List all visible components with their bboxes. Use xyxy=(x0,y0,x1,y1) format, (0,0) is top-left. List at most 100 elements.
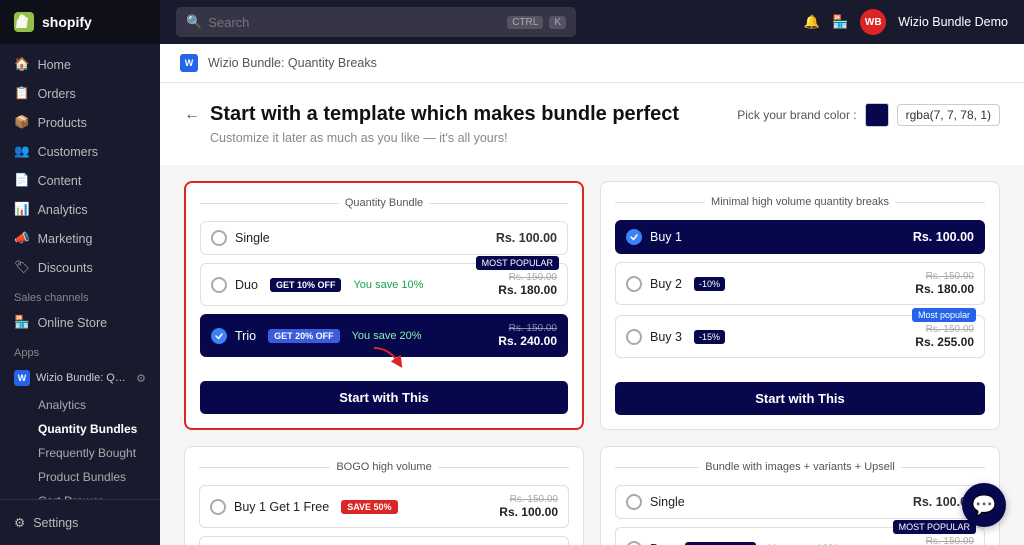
wizio-app-icon: W xyxy=(14,370,30,386)
sidebar-item-analytics[interactable]: 📊 Analytics xyxy=(0,195,160,224)
products-icon: 📦 xyxy=(14,115,30,130)
discounts-icon: 🏷 xyxy=(14,260,30,275)
sidebar-item-marketing[interactable]: 📣 Marketing xyxy=(0,224,160,253)
price-col-trio: Rs. 150.00 Rs. 240.00 xyxy=(498,323,557,348)
sidebar-item-discounts[interactable]: 🏷 Discounts xyxy=(0,253,160,282)
radio-buy3 xyxy=(626,329,642,345)
color-swatch[interactable] xyxy=(865,103,889,127)
app-badge: W xyxy=(180,54,198,72)
template-card-bundle-images: Bundle with images + variants + Upsell S… xyxy=(600,446,1000,545)
back-button[interactable]: ← xyxy=(184,106,200,124)
wizio-app-name: Wizio Bundle: Quantit... xyxy=(36,372,126,384)
start-btn-minimal[interactable]: Start with This xyxy=(615,382,985,415)
template-grid: Quantity Bundle Single Rs. 100.00 Duo GE… xyxy=(160,165,1024,545)
bundle-row-duo[interactable]: Duo GET 10% OFF You save 10% Rs. 150.00 … xyxy=(200,263,568,306)
bwi-name-single: Single xyxy=(650,495,685,509)
bell-icon[interactable]: 🔔 xyxy=(804,14,820,30)
settings-item[interactable]: ⚙ Settings xyxy=(14,510,146,535)
start-btn-quantity[interactable]: Start with This xyxy=(200,381,568,414)
home-icon: 🏠 xyxy=(14,57,30,72)
strike-duo: Rs. 150.00 xyxy=(498,272,557,283)
price-col-bwi-duo: Rs. 150.00 Rs. 180.00 xyxy=(915,536,974,545)
bwi-row-single[interactable]: Single Rs. 100.00 xyxy=(615,485,985,519)
sidebar-sub-frequently-bought[interactable]: Frequently Bought xyxy=(28,441,160,465)
marketing-icon: 📣 xyxy=(14,231,30,246)
bundle-row-left-trio: Trio GET 20% OFF You save 20% xyxy=(211,328,422,344)
customers-icon: 👥 xyxy=(14,144,30,159)
arrow-hint xyxy=(364,343,414,376)
content-icon: 📄 xyxy=(14,173,30,188)
sidebar-item-orders[interactable]: 📋 Orders xyxy=(0,79,160,108)
sidebar-item-label: Discounts xyxy=(38,261,93,275)
badge-duo: GET 10% OFF xyxy=(270,278,342,292)
mvb-left-buy2: Buy 2 -10% xyxy=(626,276,725,292)
sidebar-item-products[interactable]: 📦 Products xyxy=(0,108,160,137)
template-card-minimal: Minimal high volume quantity breaks Buy … xyxy=(600,181,1000,430)
template-subtitle: Customize it later as much as you like —… xyxy=(210,131,1000,145)
settings-icon: ⚙ xyxy=(14,515,25,530)
bogo-row-1[interactable]: Buy 1 Get 1 Free SAVE 50% Rs. 150.00 Rs.… xyxy=(199,485,569,528)
sidebar-sub-nav: Analytics Quantity Bundles Frequently Bo… xyxy=(0,393,160,499)
mvb-row-buy2[interactable]: Buy 2 -10% Rs. 150.00 Rs. 180.00 xyxy=(615,262,985,305)
sidebar-nav: 🏠 Home 📋 Orders 📦 Products 👥 Customers 📄… xyxy=(0,44,160,499)
badge-buy2: -10% xyxy=(694,277,725,291)
sidebar-item-home[interactable]: 🏠 Home xyxy=(0,50,160,79)
search-icon: 🔍 xyxy=(186,14,202,30)
sidebar-item-content[interactable]: 📄 Content xyxy=(0,166,160,195)
bwi-row-duo[interactable]: Duo GET 10% OFF You save 10% Rs. 150.00 … xyxy=(615,527,985,545)
strike-buy3: Rs. 150.00 xyxy=(915,324,974,335)
apps-label: Apps xyxy=(0,337,160,363)
sidebar-item-label: Home xyxy=(38,58,71,72)
mvb-price-buy1: Rs. 100.00 xyxy=(913,230,974,244)
bundle-name-trio: Trio xyxy=(235,329,256,343)
chat-bubble[interactable]: 💬 xyxy=(962,483,1006,527)
sidebar-item-label: Marketing xyxy=(38,232,93,246)
popular-badge-buy3: Most popular xyxy=(912,308,976,322)
breadcrumb: Wizio Bundle: Quantity Breaks xyxy=(208,56,377,70)
orders-icon: 📋 xyxy=(14,86,30,101)
price-bogo1: Rs. 100.00 xyxy=(499,505,558,519)
radio-buy2 xyxy=(626,276,642,292)
mvb-row-buy3[interactable]: Buy 3 -15% Rs. 150.00 Rs. 255.00 Most po… xyxy=(615,315,985,358)
bundle-name-single: Single xyxy=(235,231,270,245)
price-col-bogo1: Rs. 150.00 Rs. 100.00 xyxy=(499,494,558,519)
search-input[interactable] xyxy=(208,15,501,30)
radio-duo xyxy=(211,277,227,293)
price-buy3: Rs. 255.00 xyxy=(915,335,974,349)
save-text-duo: You save 10% xyxy=(353,279,423,291)
bogo-name-1: Buy 1 Get 1 Free xyxy=(234,500,329,514)
mvb-name-buy3: Buy 3 xyxy=(650,330,682,344)
sidebar-item-label: Analytics xyxy=(38,203,88,217)
template-title: ← Start with a template which makes bund… xyxy=(184,103,679,126)
search-bar[interactable]: 🔍 CTRL K xyxy=(176,7,576,37)
strike-buy2: Rs. 150.00 xyxy=(915,271,974,282)
store-icon[interactable]: 🏪 xyxy=(832,14,848,30)
check-buy1 xyxy=(626,229,642,245)
sidebar-item-wizio[interactable]: W Wizio Bundle: Quantit... ⚙ xyxy=(0,363,160,393)
sales-channels-label: Sales channels xyxy=(0,282,160,308)
badge-bwi-duo: GET 10% OFF xyxy=(685,542,757,545)
mvb-name-buy2: Buy 2 xyxy=(650,277,682,291)
bundle-row-left: Single xyxy=(211,230,270,246)
card-label-bogo: BOGO high volume xyxy=(199,461,569,473)
sidebar-sub-quantity-bundles[interactable]: Quantity Bundles xyxy=(28,417,160,441)
mvb-row-buy1[interactable]: Buy 1 Rs. 100.00 xyxy=(615,220,985,254)
sidebar-item-label: Orders xyxy=(38,87,76,101)
sidebar-item-customers[interactable]: 👥 Customers xyxy=(0,137,160,166)
sidebar-sub-cart-drawer[interactable]: Cart Drawer xyxy=(28,489,160,499)
content-area: W Wizio Bundle: Quantity Breaks ← Start … xyxy=(160,44,1024,545)
bundle-row-single[interactable]: Single Rs. 100.00 xyxy=(200,221,568,255)
badge-buy3: -15% xyxy=(694,330,725,344)
settings-label: Settings xyxy=(33,516,78,530)
sidebar-item-online-store[interactable]: 🏪 Online Store xyxy=(0,308,160,337)
sidebar-logo[interactable]: shopify xyxy=(0,0,160,44)
price-col-buy3: Rs. 150.00 Rs. 255.00 xyxy=(915,324,974,349)
bundle-row-trio[interactable]: Trio GET 20% OFF You save 20% Rs. 150.00… xyxy=(200,314,568,357)
sidebar-sub-product-bundles[interactable]: Product Bundles xyxy=(28,465,160,489)
radio-bwi-duo xyxy=(626,541,642,545)
bogo-row-2[interactable]: Buy 2 Get 3 Free SAVE 60% Rs. 150.00 Rs.… xyxy=(199,536,569,545)
kbd-ctrl: CTRL xyxy=(507,16,543,29)
mvb-left-buy3: Buy 3 -15% xyxy=(626,329,725,345)
sidebar-sub-analytics[interactable]: Analytics xyxy=(28,393,160,417)
bundle-price-single: Rs. 100.00 xyxy=(496,231,557,245)
